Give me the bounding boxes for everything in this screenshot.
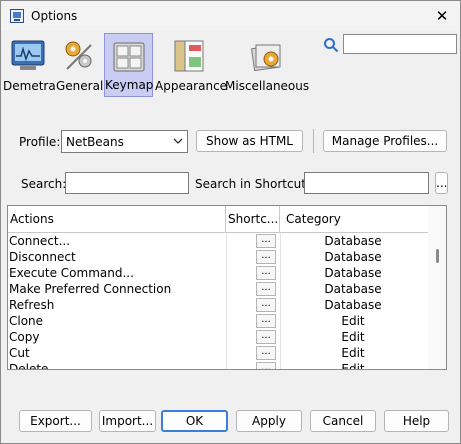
action-cell: Make Preferred Connection [9, 282, 172, 296]
category-label: General [56, 79, 104, 93]
vertical-scrollbar[interactable] [428, 206, 446, 369]
category-cell: Database [324, 266, 382, 280]
ok-button[interactable]: OK [161, 410, 228, 432]
edit-shortcut-button[interactable]: ... [256, 314, 276, 328]
close-button[interactable]: ✕ [428, 4, 456, 28]
shortcut-cell[interactable]: ... [226, 281, 278, 297]
search-icon [324, 38, 339, 53]
apply-button[interactable]: Apply [236, 410, 302, 432]
category-cell: Database [324, 282, 382, 296]
category-cell: Edit [341, 330, 365, 344]
table-row[interactable]: Refresh ... Database [8, 297, 428, 313]
category-cell: Edit [341, 314, 365, 328]
shortcut-cell[interactable]: ... [226, 345, 278, 361]
action-cell: Execute Command... [9, 266, 134, 280]
show-as-html-button[interactable]: Show as HTML [196, 130, 303, 152]
action-cell: Refresh [9, 298, 55, 312]
profile-select[interactable]: NetBeans [61, 130, 188, 153]
category-general[interactable]: General [56, 33, 104, 97]
help-button[interactable]: Help [384, 410, 449, 432]
title-bar: Options ✕ [1, 1, 460, 31]
search-label: Search: [21, 177, 67, 191]
shortcut-cell[interactable]: ... [226, 265, 278, 281]
column-header-shortcut[interactable]: Shortc... [226, 206, 280, 232]
table-row[interactable]: Make Preferred Connection ... Database [8, 281, 428, 297]
table-row[interactable]: Disconnect ... Database [8, 249, 428, 265]
action-cell: Disconnect [9, 250, 76, 264]
category-cell: Database [324, 250, 382, 264]
import-button[interactable]: Import... [99, 410, 156, 432]
app-icon [10, 9, 24, 23]
action-cell: Clone [9, 314, 44, 328]
options-dialog: Options ✕ Demetra General Keymap Appeara… [0, 0, 461, 444]
profile-selected-value: NetBeans [66, 135, 124, 149]
options-search-input[interactable] [343, 34, 457, 54]
action-cell: Cut [9, 346, 30, 360]
category-cell: Edit [341, 346, 365, 360]
table-row[interactable]: Connect... ... Database [8, 233, 428, 249]
gears-icon [65, 41, 92, 70]
category-demetra[interactable]: Demetra [3, 33, 56, 97]
category-miscellaneous[interactable]: Miscellaneous [225, 33, 309, 97]
category-cell: Database [324, 234, 382, 248]
category-label: Miscellaneous [225, 79, 310, 93]
edit-shortcut-button[interactable]: ... [256, 298, 276, 312]
action-cell: Connect... [9, 234, 71, 248]
action-cell: Copy [9, 330, 40, 344]
category-label: Keymap [105, 78, 154, 92]
category-label: Appearance [155, 79, 228, 93]
search-in-shortcuts-label: Search in Shortcuts: [195, 177, 317, 191]
window-title: Options [31, 9, 78, 23]
column-header-actions[interactable]: Actions [8, 206, 226, 232]
category-cell: Edit [341, 362, 365, 370]
appearance-icon [174, 40, 204, 72]
category-label: Demetra [3, 79, 56, 93]
action-cell: Delete [9, 362, 49, 370]
shortcut-cell[interactable]: ... [226, 313, 278, 329]
profile-label: Profile: [19, 135, 61, 149]
action-search-input[interactable] [65, 172, 189, 194]
demetra-icon [11, 40, 45, 70]
shortcut-cell[interactable]: ... [226, 361, 278, 369]
edit-shortcut-button[interactable]: ... [256, 234, 276, 248]
export-button[interactable]: Export... [19, 410, 92, 432]
scrollbar-thumb[interactable] [436, 249, 439, 263]
miscellaneous-icon [251, 44, 281, 72]
shortcut-cell[interactable]: ... [226, 233, 278, 249]
table-row[interactable]: Delete ... Edit [8, 361, 428, 370]
edit-shortcut-button[interactable]: ... [256, 250, 276, 264]
category-cell: Database [324, 298, 382, 312]
edit-shortcut-button[interactable]: ... [256, 362, 276, 369]
shortcut-search-input[interactable] [304, 172, 429, 194]
shortcut-cell[interactable]: ... [226, 249, 278, 265]
edit-shortcut-button[interactable]: ... [256, 266, 276, 280]
shortcut-cell[interactable]: ... [226, 329, 278, 345]
column-header-category[interactable]: Category [280, 206, 428, 232]
category-keymap[interactable]: Keymap [104, 33, 153, 97]
toolbar-separator [313, 129, 314, 153]
manage-profiles-button[interactable]: Manage Profiles... [323, 130, 447, 152]
shortcut-capture-button[interactable]: ... [435, 172, 448, 194]
keyboard-icon [113, 42, 144, 72]
table-body: Connect... ... Database Disconnect ... D… [8, 233, 428, 370]
table-row[interactable]: Cut ... Edit [8, 345, 428, 361]
cancel-button[interactable]: Cancel [310, 410, 376, 432]
shortcut-cell[interactable]: ... [226, 297, 278, 313]
edit-shortcut-button[interactable]: ... [256, 282, 276, 296]
table-header: Actions Shortc... Category [8, 206, 428, 233]
keymap-table: Actions Shortc... Category Connect... ..… [7, 205, 447, 370]
edit-shortcut-button[interactable]: ... [256, 330, 276, 344]
edit-shortcut-button[interactable]: ... [256, 346, 276, 360]
chevron-down-icon [173, 138, 183, 144]
table-row[interactable]: Execute Command... ... Database [8, 265, 428, 281]
table-row[interactable]: Clone ... Edit [8, 313, 428, 329]
table-row[interactable]: Copy ... Edit [8, 329, 428, 345]
close-icon: ✕ [435, 7, 449, 25]
category-appearance[interactable]: Appearance [155, 33, 228, 97]
